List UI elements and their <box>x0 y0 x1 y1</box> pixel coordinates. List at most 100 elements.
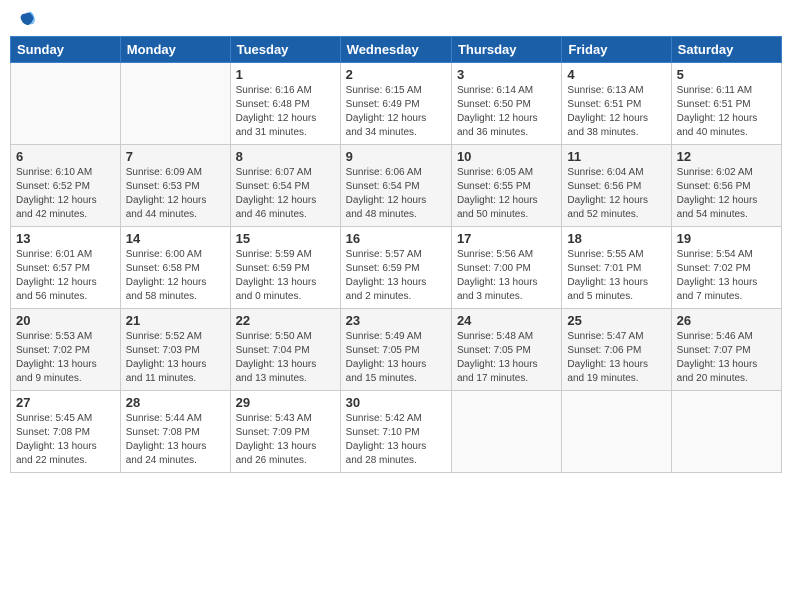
day-detail: Sunrise: 6:02 AM Sunset: 6:56 PM Dayligh… <box>677 166 776 222</box>
calendar-cell: 5 Sunrise: 6:11 AM Sunset: 6:51 PM Daylig… <box>671 63 781 145</box>
day-number: 7 <box>126 149 225 164</box>
day-detail: Sunrise: 6:13 AM Sunset: 6:51 PM Dayligh… <box>567 84 665 140</box>
day-detail: Sunrise: 6:05 AM Sunset: 6:55 PM Dayligh… <box>457 166 556 222</box>
day-number: 18 <box>567 231 665 246</box>
calendar-cell: 18 Sunrise: 5:55 AM Sunset: 7:01 PM Dayli… <box>562 227 671 309</box>
calendar-cell: 16 Sunrise: 5:57 AM Sunset: 6:59 PM Dayli… <box>340 227 451 309</box>
day-detail: Sunrise: 5:43 AM Sunset: 7:09 PM Dayligh… <box>236 412 335 468</box>
day-detail: Sunrise: 6:01 AM Sunset: 6:57 PM Dayligh… <box>16 248 115 304</box>
calendar-cell: 25 Sunrise: 5:47 AM Sunset: 7:06 PM Dayli… <box>562 309 671 391</box>
day-number: 21 <box>126 313 225 328</box>
day-number: 20 <box>16 313 115 328</box>
day-number: 24 <box>457 313 556 328</box>
day-detail: Sunrise: 6:15 AM Sunset: 6:49 PM Dayligh… <box>346 84 446 140</box>
day-number: 6 <box>16 149 115 164</box>
calendar-cell: 2 Sunrise: 6:15 AM Sunset: 6:49 PM Daylig… <box>340 63 451 145</box>
page-header <box>10 10 782 30</box>
day-detail: Sunrise: 5:50 AM Sunset: 7:04 PM Dayligh… <box>236 330 335 386</box>
weekday-header-wednesday: Wednesday <box>340 37 451 63</box>
day-detail: Sunrise: 6:00 AM Sunset: 6:58 PM Dayligh… <box>126 248 225 304</box>
day-number: 12 <box>677 149 776 164</box>
day-number: 5 <box>677 67 776 82</box>
calendar-cell: 19 Sunrise: 5:54 AM Sunset: 7:02 PM Dayli… <box>671 227 781 309</box>
weekday-header-friday: Friday <box>562 37 671 63</box>
day-detail: Sunrise: 5:44 AM Sunset: 7:08 PM Dayligh… <box>126 412 225 468</box>
day-detail: Sunrise: 5:48 AM Sunset: 7:05 PM Dayligh… <box>457 330 556 386</box>
calendar-cell: 8Sunrise: 6:07 AM Sunset: 6:54 PM Daylig… <box>230 145 340 227</box>
day-detail: Sunrise: 6:09 AM Sunset: 6:53 PM Dayligh… <box>126 166 225 222</box>
day-detail: Sunrise: 6:16 AM Sunset: 6:48 PM Dayligh… <box>236 84 335 140</box>
calendar-cell <box>671 391 781 473</box>
logo-icon <box>16 10 36 30</box>
calendar-cell: 20 Sunrise: 5:53 AM Sunset: 7:02 PM Dayli… <box>11 309 121 391</box>
weekday-header-sunday: Sunday <box>11 37 121 63</box>
calendar-cell: 22 Sunrise: 5:50 AM Sunset: 7:04 PM Dayli… <box>230 309 340 391</box>
day-detail: Sunrise: 6:07 AM Sunset: 6:54 PM Dayligh… <box>236 166 335 222</box>
day-number: 2 <box>346 67 446 82</box>
calendar-cell: 29 Sunrise: 5:43 AM Sunset: 7:09 PM Dayli… <box>230 391 340 473</box>
day-number: 9 <box>346 149 446 164</box>
calendar-cell: 10 Sunrise: 6:05 AM Sunset: 6:55 PM Dayli… <box>451 145 561 227</box>
day-detail: Sunrise: 5:57 AM Sunset: 6:59 PM Dayligh… <box>346 248 446 304</box>
weekday-header-row: SundayMondayTuesdayWednesdayThursdayFrid… <box>11 37 782 63</box>
day-detail: Sunrise: 6:10 AM Sunset: 6:52 PM Dayligh… <box>16 166 115 222</box>
day-number: 19 <box>677 231 776 246</box>
calendar-cell <box>120 63 230 145</box>
calendar-week-5: 27 Sunrise: 5:45 AM Sunset: 7:08 PM Dayli… <box>11 391 782 473</box>
day-number: 23 <box>346 313 446 328</box>
day-number: 30 <box>346 395 446 410</box>
calendar-cell: 4 Sunrise: 6:13 AM Sunset: 6:51 PM Daylig… <box>562 63 671 145</box>
day-number: 16 <box>346 231 446 246</box>
calendar-cell: 26Sunrise: 5:46 AM Sunset: 7:07 PM Dayli… <box>671 309 781 391</box>
calendar-cell: 27 Sunrise: 5:45 AM Sunset: 7:08 PM Dayli… <box>11 391 121 473</box>
day-number: 1 <box>236 67 335 82</box>
day-number: 15 <box>236 231 335 246</box>
day-number: 10 <box>457 149 556 164</box>
calendar-cell <box>562 391 671 473</box>
day-number: 27 <box>16 395 115 410</box>
logo <box>14 10 38 30</box>
day-number: 11 <box>567 149 665 164</box>
calendar-cell: 15 Sunrise: 5:59 AM Sunset: 6:59 PM Dayli… <box>230 227 340 309</box>
calendar-cell: 7 Sunrise: 6:09 AM Sunset: 6:53 PM Daylig… <box>120 145 230 227</box>
calendar-cell <box>11 63 121 145</box>
day-detail: Sunrise: 5:45 AM Sunset: 7:08 PM Dayligh… <box>16 412 115 468</box>
day-number: 28 <box>126 395 225 410</box>
day-number: 3 <box>457 67 556 82</box>
day-number: 25 <box>567 313 665 328</box>
weekday-header-thursday: Thursday <box>451 37 561 63</box>
calendar-cell: 1 Sunrise: 6:16 AM Sunset: 6:48 PM Daylig… <box>230 63 340 145</box>
calendar-cell: 6 Sunrise: 6:10 AM Sunset: 6:52 PM Daylig… <box>11 145 121 227</box>
calendar-cell: 9 Sunrise: 6:06 AM Sunset: 6:54 PM Daylig… <box>340 145 451 227</box>
calendar-cell: 13Sunrise: 6:01 AM Sunset: 6:57 PM Dayli… <box>11 227 121 309</box>
day-number: 22 <box>236 313 335 328</box>
day-detail: Sunrise: 5:55 AM Sunset: 7:01 PM Dayligh… <box>567 248 665 304</box>
day-detail: Sunrise: 6:04 AM Sunset: 6:56 PM Dayligh… <box>567 166 665 222</box>
calendar-cell: 11 Sunrise: 6:04 AM Sunset: 6:56 PM Dayli… <box>562 145 671 227</box>
day-number: 26 <box>677 313 776 328</box>
calendar-cell: 23 Sunrise: 5:49 AM Sunset: 7:05 PM Dayli… <box>340 309 451 391</box>
day-number: 4 <box>567 67 665 82</box>
day-detail: Sunrise: 5:47 AM Sunset: 7:06 PM Dayligh… <box>567 330 665 386</box>
day-detail: Sunrise: 5:52 AM Sunset: 7:03 PM Dayligh… <box>126 330 225 386</box>
calendar-week-4: 20 Sunrise: 5:53 AM Sunset: 7:02 PM Dayli… <box>11 309 782 391</box>
day-detail: Sunrise: 5:42 AM Sunset: 7:10 PM Dayligh… <box>346 412 446 468</box>
calendar-cell: 30 Sunrise: 5:42 AM Sunset: 7:10 PM Dayli… <box>340 391 451 473</box>
weekday-header-saturday: Saturday <box>671 37 781 63</box>
calendar-week-1: 1 Sunrise: 6:16 AM Sunset: 6:48 PM Daylig… <box>11 63 782 145</box>
calendar-week-2: 6 Sunrise: 6:10 AM Sunset: 6:52 PM Daylig… <box>11 145 782 227</box>
day-detail: Sunrise: 5:54 AM Sunset: 7:02 PM Dayligh… <box>677 248 776 304</box>
calendar-cell: 12 Sunrise: 6:02 AM Sunset: 6:56 PM Dayli… <box>671 145 781 227</box>
calendar-cell: 21 Sunrise: 5:52 AM Sunset: 7:03 PM Dayli… <box>120 309 230 391</box>
day-detail: Sunrise: 6:11 AM Sunset: 6:51 PM Dayligh… <box>677 84 776 140</box>
calendar-cell <box>451 391 561 473</box>
day-number: 29 <box>236 395 335 410</box>
day-detail: Sunrise: 5:59 AM Sunset: 6:59 PM Dayligh… <box>236 248 335 304</box>
calendar-week-3: 13Sunrise: 6:01 AM Sunset: 6:57 PM Dayli… <box>11 227 782 309</box>
day-detail: Sunrise: 5:49 AM Sunset: 7:05 PM Dayligh… <box>346 330 446 386</box>
day-number: 17 <box>457 231 556 246</box>
calendar-table: SundayMondayTuesdayWednesdayThursdayFrid… <box>10 36 782 473</box>
day-detail: Sunrise: 6:06 AM Sunset: 6:54 PM Dayligh… <box>346 166 446 222</box>
calendar-cell: 28 Sunrise: 5:44 AM Sunset: 7:08 PM Dayli… <box>120 391 230 473</box>
day-detail: Sunrise: 5:53 AM Sunset: 7:02 PM Dayligh… <box>16 330 115 386</box>
